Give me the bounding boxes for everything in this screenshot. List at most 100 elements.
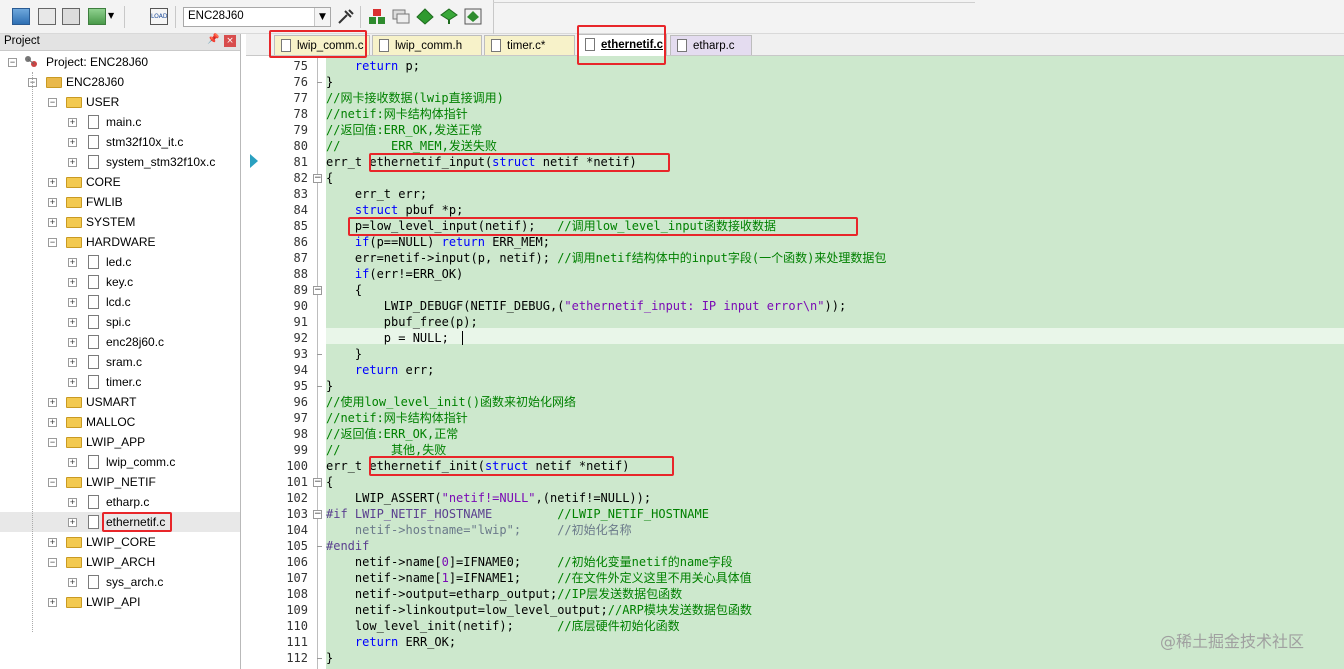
code-line[interactable]: }: [326, 74, 333, 90]
tree-folder-item[interactable]: − USER: [0, 92, 240, 112]
code-line[interactable]: }: [326, 346, 362, 362]
expand-icon[interactable]: +: [48, 598, 57, 607]
tree-file-item[interactable]: + spi.c: [0, 312, 240, 332]
tree-file-item[interactable]: + enc28j60.c: [0, 332, 240, 352]
code-line[interactable]: {: [326, 170, 333, 186]
tree-folder-item[interactable]: + LWIP_API: [0, 592, 240, 612]
fold-toggle-icon[interactable]: −: [313, 286, 322, 295]
expand-icon[interactable]: +: [68, 358, 77, 367]
code-line[interactable]: err=netif->input(p, netif); //调用netif结构体…: [326, 250, 886, 266]
expand-icon[interactable]: +: [48, 398, 57, 407]
expand-icon[interactable]: +: [68, 138, 77, 147]
tab-lwip-comm-h[interactable]: lwip_comm.h: [372, 35, 482, 55]
tree-file-item[interactable]: + sram.c: [0, 352, 240, 372]
download-icon[interactable]: LOAD: [150, 8, 168, 25]
expand-icon[interactable]: +: [68, 258, 77, 267]
tree-folder-item[interactable]: − LWIP_ARCH: [0, 552, 240, 572]
rebuild-icon[interactable]: [38, 8, 56, 25]
software-packs-icon[interactable]: [440, 8, 458, 25]
tree-file-item[interactable]: + lcd.c: [0, 292, 240, 312]
code-line[interactable]: netif->output=etharp_output;//IP层发送数据包函数: [326, 586, 682, 602]
code-line[interactable]: }: [326, 378, 333, 394]
code-line[interactable]: {: [326, 282, 362, 298]
code-line[interactable]: //netif:网卡结构体指针: [326, 106, 468, 122]
build-icon[interactable]: [12, 8, 30, 25]
code-line[interactable]: #if LWIP_NETIF_HOSTNAME //LWIP_NETIF_HOS…: [326, 506, 709, 522]
batch-build-icon[interactable]: [62, 8, 80, 25]
collapse-icon[interactable]: −: [48, 478, 57, 487]
tree-file-item[interactable]: + lwip_comm.c: [0, 452, 240, 472]
code-line[interactable]: LWIP_ASSERT("netif!=NULL",(netif!=NULL))…: [326, 490, 651, 506]
code-line[interactable]: return err;: [326, 362, 434, 378]
expand-icon[interactable]: +: [48, 418, 57, 427]
expand-icon[interactable]: +: [68, 298, 77, 307]
collapse-icon[interactable]: −: [48, 558, 57, 567]
tree-file-item[interactable]: + key.c: [0, 272, 240, 292]
collapse-icon[interactable]: −: [48, 238, 57, 247]
expand-icon[interactable]: +: [48, 218, 57, 227]
tree-folder-item[interactable]: + SYSTEM: [0, 212, 240, 232]
expand-icon[interactable]: +: [68, 378, 77, 387]
tree-folder-item[interactable]: − HARDWARE: [0, 232, 240, 252]
code-line[interactable]: //返回值:ERR_OK,正常: [326, 426, 458, 442]
tree-folder-item[interactable]: + LWIP_CORE: [0, 532, 240, 552]
code-line[interactable]: //返回值:ERR_OK,发送正常: [326, 122, 482, 138]
code-line[interactable]: //netif:网卡结构体指针: [326, 410, 468, 426]
tree-file-item[interactable]: + ethernetif.c: [0, 512, 240, 532]
tree-file-item[interactable]: + etharp.c: [0, 492, 240, 512]
expand-icon[interactable]: +: [68, 158, 77, 167]
code-line[interactable]: netif->name[1]=IFNAME1; //在文件外定义这里不用关心具体…: [326, 570, 752, 586]
close-icon[interactable]: ×: [224, 35, 236, 47]
collapse-icon[interactable]: −: [48, 438, 57, 447]
expand-icon[interactable]: +: [68, 498, 77, 507]
expand-icon[interactable]: +: [68, 118, 77, 127]
code-line[interactable]: if(p==NULL) return ERR_MEM;: [326, 234, 550, 250]
expand-icon[interactable]: +: [68, 338, 77, 347]
code-line[interactable]: }: [326, 650, 333, 666]
collapse-icon[interactable]: −: [48, 98, 57, 107]
tree-folder-item[interactable]: − LWIP_APP: [0, 432, 240, 452]
code-line[interactable]: {: [326, 474, 333, 490]
tree-folder-item[interactable]: + MALLOC: [0, 412, 240, 432]
tree-folder-item[interactable]: + USMART: [0, 392, 240, 412]
target-select[interactable]: ENC28J60 ▼: [183, 7, 331, 27]
code-line[interactable]: return p;: [326, 58, 420, 74]
expand-icon[interactable]: +: [48, 538, 57, 547]
code-line[interactable]: return ERR_OK;: [326, 634, 456, 650]
expand-icon[interactable]: +: [68, 458, 77, 467]
code-line[interactable]: pbuf_free(p);: [326, 314, 478, 330]
component-manager-icon[interactable]: [464, 8, 482, 25]
target-options-icon[interactable]: [337, 8, 355, 25]
tree-file-item[interactable]: + led.c: [0, 252, 240, 272]
select-pack-icon[interactable]: [392, 8, 410, 25]
tree-folder-item[interactable]: + CORE: [0, 172, 240, 192]
tree-file-item[interactable]: + sys_arch.c: [0, 572, 240, 592]
fold-toggle-icon[interactable]: −: [313, 510, 322, 519]
fold-toggle-icon[interactable]: −: [313, 478, 322, 487]
translate-icon[interactable]: [88, 8, 106, 25]
chevron-down-icon[interactable]: ▼: [314, 8, 330, 26]
expand-icon[interactable]: +: [68, 318, 77, 327]
code-line[interactable]: netif->hostname="lwip"; //初始化名称: [326, 522, 632, 538]
code-line[interactable]: // ERR_MEM,发送失败: [326, 138, 497, 154]
tree-folder-item[interactable]: + FWLIB: [0, 192, 240, 212]
expand-icon[interactable]: +: [48, 198, 57, 207]
tab-timer-c[interactable]: timer.c*: [484, 35, 575, 55]
fold-toggle-icon[interactable]: −: [313, 174, 322, 183]
tree-file-item[interactable]: + system_stm32f10x.c: [0, 152, 240, 172]
code-line[interactable]: //使用low_level_init()函数来初始化网络: [326, 394, 576, 410]
expand-icon[interactable]: +: [48, 178, 57, 187]
tab-etharp-c[interactable]: etharp.c: [670, 35, 752, 55]
code-line[interactable]: struct pbuf *p;: [326, 202, 463, 218]
code-line[interactable]: netif->name[0]=IFNAME0; //初始化变量netif的nam…: [326, 554, 733, 570]
code-line[interactable]: err_t err;: [326, 186, 427, 202]
code-line[interactable]: //网卡接收数据(lwip直接调用): [326, 90, 504, 106]
tree-target-item[interactable]: − ENC28J60: [0, 72, 240, 92]
code-line[interactable]: low_level_init(netif); //底层硬件初始化函数: [326, 618, 680, 634]
code-editor[interactable]: 75 return p; 76} 77 //网卡接收数据(lwip直接调用) 78 //n…: [246, 56, 1344, 669]
manage-components-icon[interactable]: [368, 8, 386, 25]
expand-icon[interactable]: +: [68, 578, 77, 587]
expand-icon[interactable]: +: [68, 518, 77, 527]
pack-installer-icon[interactable]: [416, 8, 434, 25]
code-line[interactable]: LWIP_DEBUGF(NETIF_DEBUG,("ethernetif_inp…: [326, 298, 846, 314]
